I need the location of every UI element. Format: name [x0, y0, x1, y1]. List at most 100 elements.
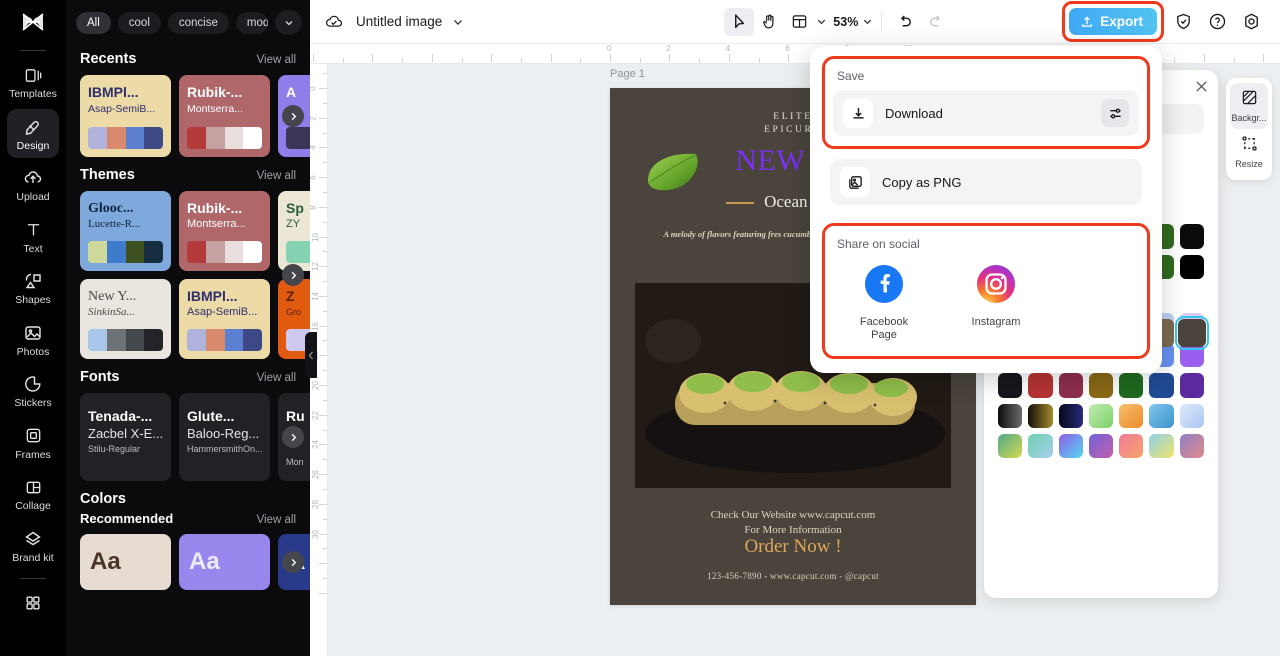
swatch[interactable]: [1119, 434, 1144, 459]
layout-chevron-icon[interactable]: [816, 16, 827, 27]
sidebar-item-shapes[interactable]: Shapes: [7, 263, 59, 313]
list-item[interactable]: Tenada-... Zacbel X-E... Stilu-Regular: [80, 393, 171, 481]
photos-icon: [22, 322, 44, 344]
ruler-tick: [319, 503, 327, 505]
chip-cool[interactable]: cool: [117, 11, 161, 34]
chips-expand-button[interactable]: [275, 10, 302, 35]
ruler-label: 30: [310, 529, 320, 539]
swatch[interactable]: [1028, 403, 1053, 429]
swatch-placeholder: [1180, 148, 1204, 172]
zoom-level[interactable]: 53%: [833, 15, 858, 29]
themes-next-arrow[interactable]: [282, 264, 304, 286]
ruler-tick: [610, 54, 611, 62]
document-title[interactable]: Untitled image: [356, 14, 442, 29]
panel-collapse-handle[interactable]: [305, 332, 317, 378]
swatch[interactable]: [1058, 434, 1083, 459]
swatch[interactable]: [1088, 373, 1114, 398]
page-label: Page 1: [610, 68, 645, 80]
themes-view-all[interactable]: View all: [257, 170, 296, 182]
swatch[interactable]: [1179, 254, 1205, 279]
sliders-icon[interactable]: [1101, 99, 1129, 127]
sidebar-item-frames[interactable]: Frames: [7, 418, 59, 468]
list-item[interactable]: Aa: [179, 534, 270, 590]
list-item[interactable]: Rubik-... Montserra...: [179, 191, 270, 271]
swatch[interactable]: [1028, 373, 1053, 398]
chevron-down-icon[interactable]: [452, 16, 464, 28]
swatch[interactable]: [1149, 403, 1174, 429]
settings-icon[interactable]: [1236, 7, 1266, 37]
recents-next-arrow[interactable]: [282, 105, 304, 127]
ruler-tick: [319, 147, 327, 149]
swatch[interactable]: [1119, 373, 1144, 398]
swatch[interactable]: [1028, 434, 1053, 459]
ruler-tick: [319, 474, 327, 476]
swatch[interactable]: [1088, 403, 1114, 429]
list-item[interactable]: Glute... Baloo-Reg... HammersmithOn...: [179, 393, 270, 481]
layout-icon[interactable]: [784, 8, 814, 36]
tool-background[interactable]: Backgr...: [1230, 83, 1268, 129]
list-item[interactable]: Rubik-... Montserra...: [179, 75, 270, 157]
sidebar-item-text[interactable]: Text: [7, 212, 59, 262]
download-label: Download: [885, 105, 943, 121]
recents-view-all[interactable]: View all: [257, 54, 296, 66]
undo-icon[interactable]: [890, 8, 920, 36]
list-item[interactable]: Glooc... Lucette-R...: [80, 191, 171, 271]
colors-next-arrow[interactable]: [282, 551, 304, 573]
colors-row: Aa Aa A: [66, 534, 310, 590]
swatch[interactable]: [998, 373, 1023, 398]
sidebar-item-stickers[interactable]: Stickers: [7, 366, 59, 416]
hand-icon[interactable]: [754, 8, 784, 36]
swatch[interactable]: [1149, 373, 1174, 398]
ruler-label: 6: [785, 44, 790, 53]
swatch[interactable]: [998, 403, 1023, 429]
text-icon: [22, 219, 44, 241]
sidebar-item-brand-kit[interactable]: Brand kit: [7, 521, 59, 571]
zoom-chevron-icon[interactable]: [862, 16, 873, 27]
list-item[interactable]: New Y... SinkinSa...: [80, 279, 171, 359]
download-menu-item[interactable]: Download: [833, 90, 1139, 136]
sidebar-item-collage[interactable]: Collage: [7, 469, 59, 519]
swatch[interactable]: [1058, 373, 1083, 398]
swatch[interactable]: [1179, 224, 1205, 249]
ruler-label: 24: [310, 440, 320, 450]
sidebar-item-upload[interactable]: Upload: [7, 160, 59, 210]
swatch[interactable]: [1179, 403, 1205, 429]
swatch[interactable]: [1149, 434, 1174, 459]
sidebar-item-photos[interactable]: Photos: [7, 315, 59, 365]
shield-icon[interactable]: [1168, 7, 1198, 37]
ruler-tick: [319, 177, 327, 179]
capcut-logo-icon[interactable]: [0, 0, 66, 44]
swatch[interactable]: [1179, 434, 1205, 459]
cursor-icon[interactable]: [724, 7, 755, 36]
apps-grid-icon[interactable]: [7, 585, 59, 620]
list-item[interactable]: IBMPl... Asap-SemiB...: [179, 279, 270, 359]
ruler-tick: [728, 54, 730, 62]
facebook-share-button[interactable]: Facebook Page: [851, 263, 917, 342]
swatch[interactable]: [998, 434, 1023, 459]
copy-as-png-menu-item[interactable]: Copy as PNG: [830, 159, 1142, 205]
export-button-highlight: Export: [1062, 1, 1164, 42]
instagram-share-button[interactable]: Instagram: [963, 263, 1029, 342]
swatch[interactable]: [1119, 403, 1144, 429]
swatch[interactable]: [1058, 403, 1083, 429]
list-item[interactable]: IBMPl... Asap-SemiB...: [80, 75, 171, 157]
chip-all[interactable]: All: [76, 11, 111, 34]
sidebar-item-design[interactable]: Design: [7, 108, 59, 158]
help-icon[interactable]: [1202, 7, 1232, 37]
colors-view-all[interactable]: View all: [257, 514, 296, 526]
swatch[interactable]: [1088, 434, 1114, 459]
sidebar-item-templates[interactable]: Templates: [7, 57, 59, 107]
list-item[interactable]: Aa: [80, 534, 171, 590]
list-item[interactable]: Sp ZY: [278, 191, 310, 271]
close-icon[interactable]: [1195, 80, 1208, 98]
redo-icon[interactable]: [920, 8, 950, 36]
card-sub: Gro: [286, 307, 302, 317]
cloud-saved-icon: [324, 12, 344, 32]
chip-concise[interactable]: concise: [167, 11, 229, 34]
chip-modern[interactable]: modern: [235, 11, 268, 34]
fonts-view-all[interactable]: View all: [257, 372, 296, 384]
swatch[interactable]: [1179, 373, 1205, 398]
tool-resize[interactable]: Resize: [1230, 129, 1268, 175]
fonts-next-arrow[interactable]: [282, 426, 304, 448]
export-button[interactable]: Export: [1069, 8, 1157, 35]
